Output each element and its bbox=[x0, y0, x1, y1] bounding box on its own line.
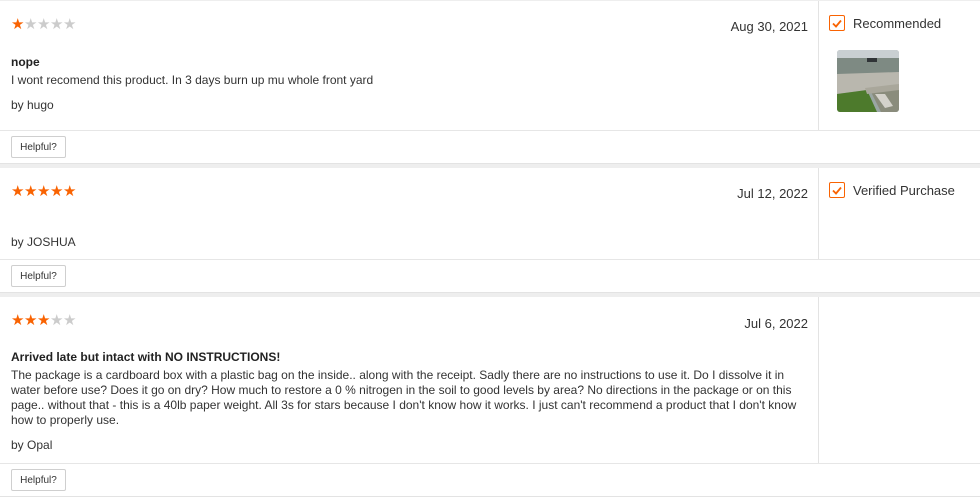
review-sidebar bbox=[818, 297, 980, 464]
star-filled-icon: ★ bbox=[11, 183, 25, 200]
badge-label: Recommended bbox=[853, 15, 942, 31]
star-filled-icon: ★ bbox=[11, 16, 25, 33]
review-photo-thumbnail[interactable] bbox=[837, 50, 899, 112]
helpful-button[interactable]: Helpful? bbox=[11, 136, 66, 158]
badge-label: Verified Purchase bbox=[853, 182, 955, 198]
review-card: ★★★★★ Jul 12, 2022 by JOSHUA Verified Pu… bbox=[0, 168, 980, 293]
review-footer: Helpful? bbox=[0, 259, 980, 292]
review-body: The package is a cardboard box with a pl… bbox=[11, 368, 797, 427]
review-footer: Helpful? bbox=[0, 463, 980, 496]
recommended-badge: Recommended bbox=[829, 15, 941, 31]
review-body: I wont recomend this product. In 3 days … bbox=[11, 73, 374, 87]
star-filled-icon: ★ bbox=[24, 312, 38, 329]
star-filled-icon: ★ bbox=[37, 312, 51, 329]
review-sidebar: Recommended bbox=[818, 1, 980, 131]
review-date: Jul 12, 2022 bbox=[737, 186, 808, 201]
review-date: Aug 30, 2021 bbox=[730, 19, 808, 34]
star-filled-icon: ★ bbox=[50, 183, 64, 200]
star-empty-icon: ★ bbox=[50, 312, 64, 329]
helpful-button[interactable]: Helpful? bbox=[11, 265, 66, 287]
star-filled-icon: ★ bbox=[24, 183, 38, 200]
star-filled-icon: ★ bbox=[37, 183, 51, 200]
review-title: Arrived late but intact with NO INSTRUCT… bbox=[11, 350, 281, 364]
review-sidebar: Verified Purchase bbox=[818, 168, 980, 260]
checkbox-checked-icon bbox=[829, 15, 845, 31]
verified-purchase-badge: Verified Purchase bbox=[829, 182, 955, 198]
review-card: ★★★★★ Aug 30, 2021 nope I wont recomend … bbox=[0, 1, 980, 164]
star-rating: ★★★★★ bbox=[11, 313, 76, 329]
star-empty-icon: ★ bbox=[24, 16, 38, 33]
review-footer: Helpful? bbox=[0, 130, 980, 163]
star-empty-icon: ★ bbox=[63, 16, 77, 33]
review-author: by Opal bbox=[11, 438, 53, 452]
star-empty-icon: ★ bbox=[63, 312, 77, 329]
star-filled-icon: ★ bbox=[63, 183, 77, 200]
star-rating: ★★★★★ bbox=[11, 17, 76, 33]
review-title: nope bbox=[11, 55, 40, 69]
star-empty-icon: ★ bbox=[37, 16, 51, 33]
review-author: by JOSHUA bbox=[11, 235, 76, 249]
review-author: by hugo bbox=[11, 98, 54, 112]
star-filled-icon: ★ bbox=[11, 312, 25, 329]
star-empty-icon: ★ bbox=[50, 16, 64, 33]
helpful-button[interactable]: Helpful? bbox=[11, 469, 66, 491]
review-date: Jul 6, 2022 bbox=[744, 316, 808, 331]
checkbox-checked-icon bbox=[829, 182, 845, 198]
review-card: ★★★★★ Jul 6, 2022 Arrived late but intac… bbox=[0, 297, 980, 497]
star-rating: ★★★★★ bbox=[11, 184, 76, 200]
